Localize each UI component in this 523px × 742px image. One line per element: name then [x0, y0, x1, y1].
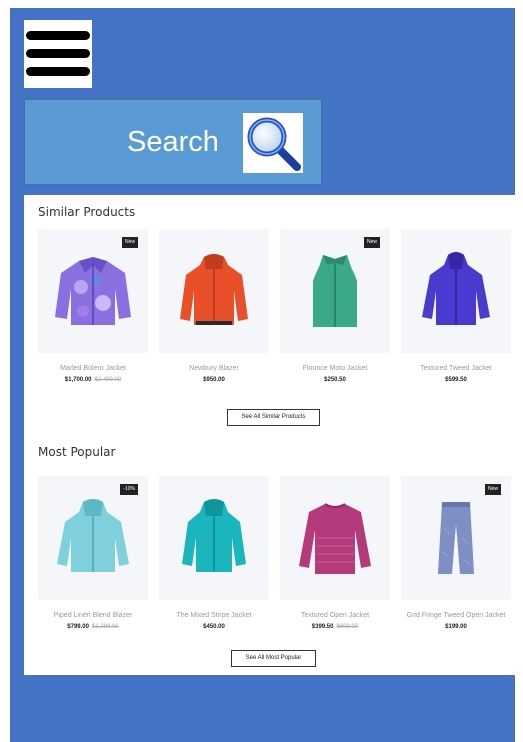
product-card[interactable]: Textured Tweed Jacket $599.50: [401, 229, 511, 389]
hamburger-menu-icon-bar: [26, 49, 90, 58]
see-all-similar-button[interactable]: See All Similar Products: [227, 409, 320, 426]
product-price: $250.50: [324, 377, 346, 383]
hamburger-menu-icon: [26, 31, 90, 40]
product-price-row: $1,700.00 $2,499.00: [38, 377, 148, 383]
product-image: [159, 476, 269, 600]
product-card[interactable]: Textured Open Jacket $399.50 $699.00: [280, 476, 390, 636]
product-price-row: $199.00: [401, 624, 511, 630]
product-price: $950.00: [203, 377, 225, 383]
jacket-image-icon: [422, 252, 490, 325]
hamburger-menu-icon-bar: [26, 67, 90, 76]
product-image: -10%: [38, 476, 148, 600]
status-badge: New: [484, 484, 501, 495]
product-content: Similar Products New Marled Bolero Jacke…: [24, 195, 521, 675]
product-old-price: $1,299.00: [92, 624, 119, 630]
vest-image-icon: [313, 255, 357, 327]
product-price: $199.00: [445, 624, 467, 630]
product-old-price: $2,499.00: [94, 377, 122, 383]
sweater-image-icon: [299, 503, 371, 574]
product-name: Marled Bolero Jacket: [60, 365, 126, 372]
status-badge: -10%: [120, 484, 138, 495]
product-card[interactable]: -10% Piped Linen Blend Blazer $799.00 $1,…: [38, 476, 148, 636]
product-name: Grid Fringe Tweed Open Jacket: [406, 612, 506, 619]
similar-products-grid: New Marled Bolero Jacket $1,700.00 $2,499…: [38, 229, 511, 389]
product-price-row: $399.50 $699.00: [280, 624, 390, 630]
status-badge: New: [363, 237, 380, 248]
jacket-image-icon: [180, 254, 248, 325]
product-image: New: [280, 229, 390, 353]
product-card[interactable]: New Marled Bolero Jacket $1,700.00 $2,499…: [38, 229, 148, 389]
product-price: $799.00: [67, 624, 89, 630]
jacket-image-icon: [182, 499, 246, 572]
search-bar[interactable]: Search: [24, 99, 322, 185]
most-popular-title: Most Popular: [38, 445, 116, 459]
search-label: Search: [127, 126, 219, 158]
product-image: New: [38, 229, 148, 353]
product-card[interactable]: Newbury Blazer $950.00: [159, 229, 269, 389]
product-price: $1,700.00: [64, 377, 92, 383]
product-name: Textured Open Jacket: [300, 612, 370, 619]
similar-products-title: Similar Products: [38, 205, 136, 219]
product-name: Flounce Moto Jacket: [302, 365, 368, 372]
product-price: $399.50: [311, 624, 334, 630]
product-name: Piped Linen Blend Blazer: [53, 612, 133, 619]
product-image: [280, 476, 390, 600]
product-price-row: $450.00: [159, 624, 269, 630]
app-frame: Search Similar Products New Marled Boler…: [10, 8, 521, 742]
product-card[interactable]: New Flounce Moto Jacket $250.50: [280, 229, 390, 389]
product-price: $450.00: [203, 624, 225, 630]
menu-button[interactable]: [24, 20, 92, 88]
product-name: Newbury Blazer: [189, 365, 239, 372]
product-image: [159, 229, 269, 353]
product-name: Textured Tweed Jacket: [420, 365, 492, 372]
product-price-row: $799.00 $1,299.00: [38, 624, 148, 630]
product-image: New: [401, 476, 511, 600]
pants-image-icon: [438, 502, 474, 574]
jacket-image-icon: [57, 499, 129, 572]
jacket-image-icon: [55, 257, 131, 325]
product-price-row: $599.50: [401, 377, 511, 383]
product-card[interactable]: The Mixed Stripe Jacket $450.00: [159, 476, 269, 636]
most-popular-grid: -10% Piped Linen Blend Blazer $799.00 $1,…: [38, 476, 511, 636]
product-name: The Mixed Stripe Jacket: [176, 612, 252, 619]
product-image: [401, 229, 511, 353]
product-price-row: $250.50: [280, 377, 390, 383]
status-badge: New: [121, 237, 138, 248]
product-price: $599.50: [445, 377, 467, 383]
see-all-popular-button[interactable]: See All Most Popular: [231, 650, 316, 667]
product-old-price: $699.00: [336, 624, 359, 630]
product-price-row: $950.00: [159, 377, 269, 383]
magnifying-glass-icon[interactable]: [243, 113, 303, 173]
product-card[interactable]: New Grid Fringe Tweed Open Jacket $199.0…: [401, 476, 511, 636]
